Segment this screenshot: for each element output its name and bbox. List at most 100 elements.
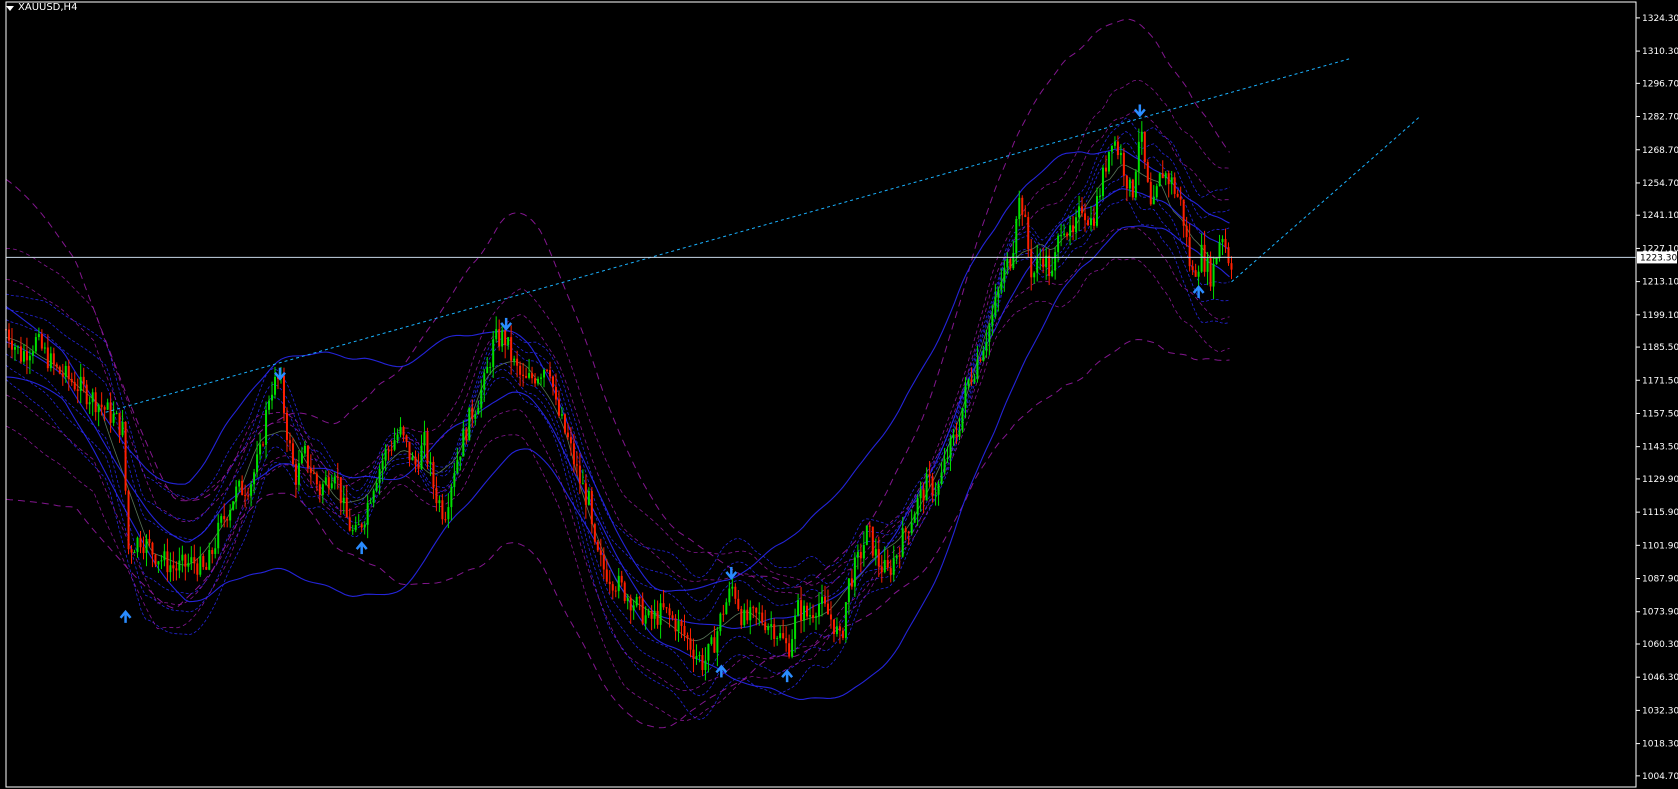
candle-body (551, 376, 554, 387)
arrow-down-icon (1133, 104, 1146, 118)
candle (548, 361, 551, 382)
candle-body (773, 624, 776, 639)
candle-body (115, 413, 118, 415)
candle (402, 425, 405, 442)
price-chart[interactable]: 1324.30 1310.30 1296.70 1282.70 1268.70 1254.… (0, 0, 1678, 789)
candle-body (1179, 196, 1182, 200)
candle-body (901, 528, 904, 557)
candle-body (1128, 179, 1131, 189)
candle (686, 632, 689, 651)
candle (785, 626, 788, 652)
candle (274, 366, 277, 399)
candle-body (880, 566, 883, 573)
candle-body (303, 445, 306, 454)
candle-body (614, 590, 617, 592)
candle-body (1140, 131, 1143, 142)
candle (1146, 159, 1149, 183)
candle-body (1054, 252, 1057, 271)
candle-body (187, 562, 190, 567)
candle-body (961, 407, 964, 431)
candle (596, 539, 599, 553)
candle (1098, 187, 1101, 201)
candle (889, 559, 892, 583)
candle-body (525, 375, 528, 378)
candle-body (749, 607, 752, 621)
candle (1191, 260, 1194, 276)
candle (776, 635, 779, 646)
candle (513, 355, 516, 366)
candle-body (414, 456, 417, 465)
candle-body (850, 578, 853, 587)
candle-body (746, 609, 749, 621)
candle-body (1167, 173, 1170, 185)
candle-body (217, 522, 220, 549)
candle (1230, 256, 1233, 280)
candle-body (913, 514, 916, 523)
candle-body (441, 500, 444, 520)
candle-body (537, 378, 540, 384)
candle-body (1009, 258, 1012, 269)
chart-window[interactable]: XAUUSD,H4 1324.30 1310.30 1296.70 1282.70 12… (0, 0, 1678, 789)
candle-body (1078, 206, 1081, 218)
candle-body (581, 483, 584, 485)
candle (546, 368, 549, 373)
candle-body (716, 631, 719, 653)
candle (1113, 136, 1116, 149)
candle-body (58, 366, 61, 374)
candle-body (166, 551, 169, 573)
candle (193, 544, 196, 574)
candle-body (554, 386, 557, 400)
trendline[interactable] (105, 58, 1350, 413)
candle-body (387, 449, 390, 451)
candle-body (605, 569, 608, 582)
candle-body (1203, 244, 1206, 272)
candle-body (970, 379, 973, 382)
current-price-tag: 1223.30 (1637, 251, 1677, 264)
candle (172, 551, 175, 581)
candle (803, 600, 806, 632)
candle-body (719, 613, 722, 632)
candle (1012, 240, 1015, 271)
candle-body (725, 602, 728, 615)
candle-body (10, 340, 13, 350)
candle-body (124, 421, 127, 491)
price-axis[interactable]: 1324.30 1310.30 1296.70 1282.70 1268.70 1254.… (5, 1, 1678, 788)
candle-body (34, 337, 37, 352)
candle (354, 516, 357, 533)
candle-body (282, 375, 285, 413)
candle-body (593, 524, 596, 542)
candle (1140, 121, 1143, 155)
candle (1087, 215, 1090, 227)
candle-body (1155, 186, 1158, 198)
candle (1149, 172, 1152, 206)
candle-body (40, 333, 43, 349)
candle (728, 581, 731, 606)
candle-body (937, 483, 940, 495)
candle (994, 283, 997, 319)
candle-body (516, 358, 519, 366)
candle-body (1063, 233, 1066, 236)
candle-body (985, 341, 988, 351)
candle-body (1221, 238, 1224, 243)
trendlines[interactable] (105, 58, 1422, 413)
candle (342, 485, 345, 514)
candle-body (1158, 173, 1161, 187)
candle (1018, 190, 1021, 227)
candle-body (1209, 257, 1212, 287)
y-tick-label: 1185.50 (1642, 343, 1678, 353)
candle-body (49, 353, 52, 369)
candle (1134, 169, 1137, 201)
candle (139, 530, 142, 554)
candle (847, 578, 850, 615)
candle-body (202, 555, 205, 567)
candle (988, 322, 991, 356)
candle (208, 542, 211, 571)
candle-body (271, 394, 274, 401)
candle (1036, 244, 1039, 282)
candle-body (1152, 197, 1155, 205)
candle (199, 546, 202, 577)
candle-body (674, 618, 677, 632)
candle-body (1087, 220, 1090, 226)
candle (426, 427, 429, 470)
candle-body (91, 392, 94, 403)
